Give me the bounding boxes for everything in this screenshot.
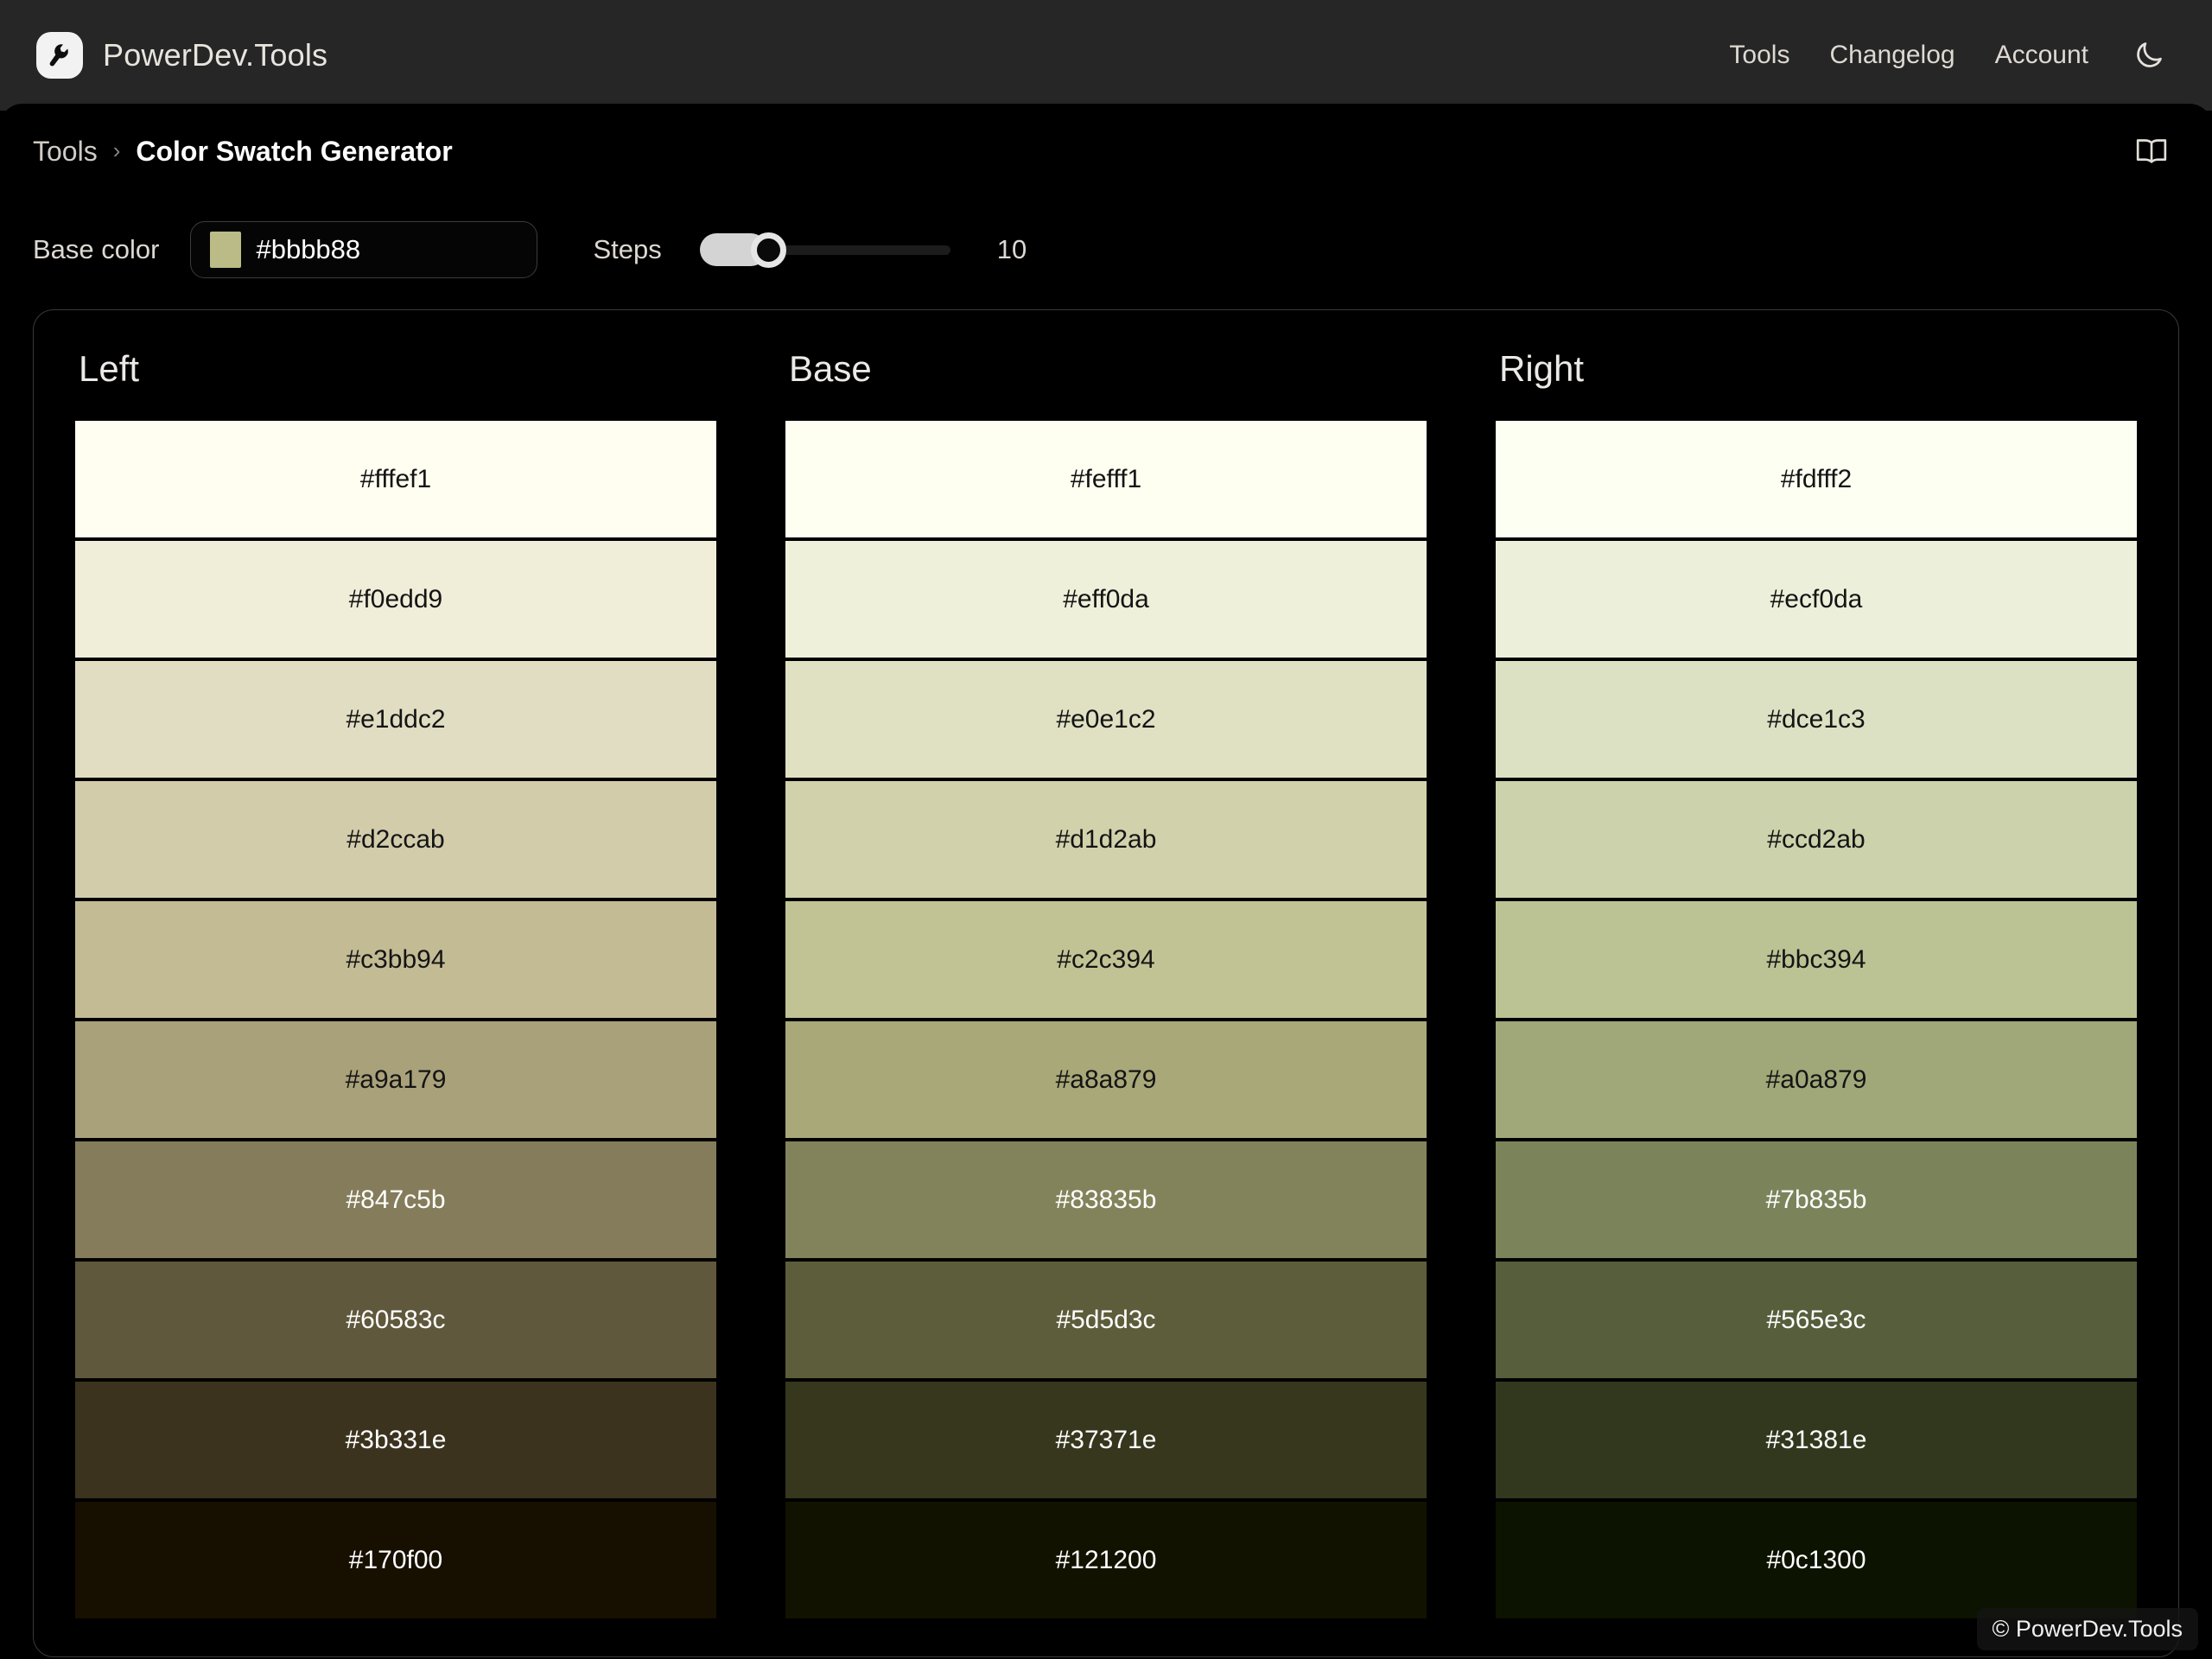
base-color-input[interactable]: #bbbb88 (190, 221, 538, 278)
column-title-left: Left (79, 348, 140, 389)
chevron-right-icon: › (112, 137, 121, 163)
wrench-icon (36, 32, 83, 79)
watermark: © PowerDev.Tools (1976, 1608, 2198, 1650)
swatch-list-base: #fefff1 #eff0da #e0e1c2 #d1d2ab #c2c394 #a8a8… (785, 421, 1427, 1618)
swatch-item[interactable]: #0c1300 (1496, 1502, 2137, 1618)
swatch-item[interactable]: #5d5d3c (785, 1262, 1427, 1378)
top-navigation: Tools Changelog Account (1709, 34, 2176, 77)
swatch-item[interactable]: #f0edd9 (75, 541, 716, 658)
steps-slider[interactable] (699, 230, 950, 270)
swatch-item[interactable]: #fffef1 (75, 421, 716, 537)
breadcrumb: Tools › Color Swatch Generator (33, 136, 453, 168)
steps-label: Steps (593, 234, 662, 264)
swatch-list-right: #fdfff2 #ecf0da #dce1c3 #ccd2ab #bbc394 #a0a8… (1496, 421, 2137, 1618)
swatch-item[interactable]: #dce1c3 (1496, 661, 2137, 778)
swatch-item[interactable]: #3b331e (75, 1382, 716, 1498)
swatch-item[interactable]: #e0e1c2 (785, 661, 1427, 778)
brand-name: PowerDev.Tools (103, 37, 328, 73)
breadcrumb-bar: Tools › Color Swatch Generator (0, 104, 2212, 199)
swatch-list-left: #fffef1 #f0edd9 #e1ddc2 #d2ccab #c3bb94 #a9a1… (75, 421, 716, 1618)
page-title: Color Swatch Generator (136, 135, 453, 167)
swatch-item[interactable]: #eff0da (785, 541, 1427, 658)
controls-row: Base color #bbbb88 Steps 10 (0, 199, 2212, 301)
swatch-item[interactable]: #83835b (785, 1141, 1427, 1258)
swatch-item[interactable]: #bbc394 (1496, 901, 2137, 1018)
column-title-base: Base (789, 348, 872, 389)
swatch-column-left: Left #fffef1 #f0edd9 #e1ddc2 #d2ccab #c3bb94… (75, 348, 716, 1618)
swatch-column-right: Right #fdfff2 #ecf0da #dce1c3 #ccd2ab #bbc39… (1496, 348, 2137, 1618)
swatch-column-base: Base #fefff1 #eff0da #e0e1c2 #d1d2ab #c2c394… (785, 348, 1427, 1618)
swatch-item[interactable]: #e1ddc2 (75, 661, 716, 778)
swatch-item[interactable]: #31381e (1496, 1382, 2137, 1498)
swatch-item[interactable]: #d2ccab (75, 781, 716, 898)
column-title-right: Right (1499, 348, 1585, 389)
nav-item-tools[interactable]: Tools (1709, 41, 1809, 70)
swatch-columns: Left #fffef1 #f0edd9 #e1ddc2 #d2ccab #c3bb94… (75, 348, 2137, 1618)
swatch-item[interactable]: #ecf0da (1496, 541, 2137, 658)
swatch-panel: Left #fffef1 #f0edd9 #e1ddc2 #d2ccab #c3bb94… (33, 309, 2179, 1657)
swatch-item[interactable]: #121200 (785, 1502, 1427, 1618)
base-color-value: #bbbb88 (256, 234, 361, 264)
steps-value: 10 (996, 234, 1027, 264)
swatch-item[interactable]: #60583c (75, 1262, 716, 1378)
swatch-item[interactable]: #847c5b (75, 1141, 716, 1258)
base-color-label: Base color (33, 234, 160, 264)
swatch-item[interactable]: #c2c394 (785, 901, 1427, 1018)
swatch-item[interactable]: #7b835b (1496, 1141, 2137, 1258)
top-bar: PowerDev.Tools Tools Changelog Account (0, 0, 2212, 111)
breadcrumb-parent-tools[interactable]: Tools (33, 136, 98, 168)
brand[interactable]: PowerDev.Tools (36, 32, 327, 79)
swatch-item[interactable]: #a8a879 (785, 1021, 1427, 1138)
swatch-item[interactable]: #c3bb94 (75, 901, 716, 1018)
swatch-item[interactable]: #a0a879 (1496, 1021, 2137, 1138)
moon-icon[interactable] (2127, 34, 2171, 77)
swatch-item[interactable]: #170f00 (75, 1502, 716, 1618)
swatch-item[interactable]: #fdfff2 (1496, 421, 2137, 537)
nav-item-account[interactable]: Account (1975, 41, 2108, 70)
base-color-swatch-preview (210, 232, 242, 268)
swatch-item[interactable]: #37371e (785, 1382, 1427, 1498)
swatch-item[interactable]: #ccd2ab (1496, 781, 2137, 898)
slider-thumb[interactable] (751, 232, 787, 268)
swatch-item[interactable]: #a9a179 (75, 1021, 716, 1138)
nav-item-changelog[interactable]: Changelog (1809, 41, 1974, 70)
swatch-item[interactable]: #d1d2ab (785, 781, 1427, 898)
swatch-item[interactable]: #565e3c (1496, 1262, 2137, 1378)
book-icon[interactable] (2127, 127, 2176, 175)
swatch-item[interactable]: #fefff1 (785, 421, 1427, 537)
